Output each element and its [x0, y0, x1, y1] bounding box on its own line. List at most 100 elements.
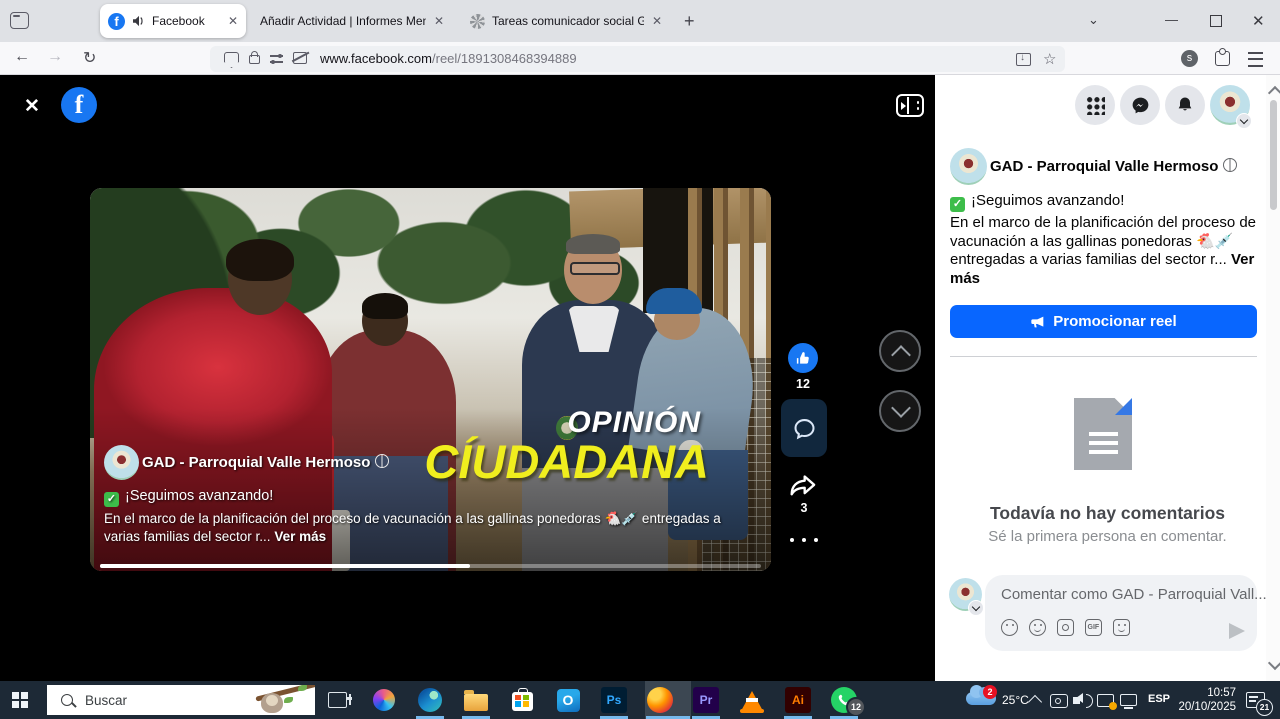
- restore-button[interactable]: [1210, 15, 1222, 27]
- previous-reel-button[interactable]: [879, 330, 921, 372]
- video-progress-bar[interactable]: [100, 564, 761, 568]
- tab-informes[interactable]: Añadir Actividad | Informes Mensua ✕: [252, 4, 452, 38]
- vlc-icon[interactable]: [739, 687, 765, 713]
- premiere-icon[interactable]: Pr: [693, 687, 719, 713]
- edge-icon[interactable]: [417, 687, 443, 713]
- like-button[interactable]: [788, 343, 818, 373]
- share-arrow-icon: [789, 473, 818, 499]
- reload-button[interactable]: ↻: [83, 48, 96, 68]
- check-icon: ✓: [950, 197, 965, 212]
- facebook-logo[interactable]: f: [61, 87, 97, 123]
- tab-close-icon[interactable]: ✕: [644, 14, 662, 28]
- bookmark-star-icon[interactable]: ☆: [1043, 50, 1056, 68]
- save-page-icon[interactable]: [1016, 53, 1031, 66]
- apps-menu-button[interactable]: [1075, 85, 1115, 125]
- composer-avatar-chevron-icon[interactable]: [968, 600, 984, 616]
- tray-camera-icon[interactable]: [1050, 694, 1068, 708]
- url-path: /reel/1891308468394889: [432, 51, 577, 66]
- comment-input[interactable]: Comentar como GAD - Parroquial Vall...: [1001, 586, 1267, 603]
- tray-date: 20/10/2025: [1178, 700, 1236, 714]
- tray-speaker-icon[interactable]: [1073, 697, 1080, 704]
- person-red-head: [228, 243, 292, 315]
- no-comments-subtitle: Sé la primera persona en comentar.: [935, 528, 1280, 545]
- tab-close-icon[interactable]: ✕: [220, 14, 238, 28]
- tab-title: Añadir Actividad | Informes Mensua: [260, 14, 426, 28]
- copilot-icon[interactable]: [371, 687, 397, 713]
- weather-temp[interactable]: 25°C: [1002, 693, 1029, 707]
- start-button[interactable]: [12, 692, 28, 708]
- back-button[interactable]: ←: [14, 48, 30, 66]
- avatar-sticker-icon[interactable]: [1001, 619, 1018, 636]
- forward-button[interactable]: →: [47, 48, 63, 66]
- close-reel-icon[interactable]: ✕: [24, 95, 40, 118]
- scrollbar-thumb[interactable]: [1270, 100, 1277, 210]
- microsoft-store-icon[interactable]: [509, 687, 535, 713]
- promote-reel-button[interactable]: Promocionar reel: [950, 305, 1257, 338]
- firefox-icon[interactable]: [647, 687, 673, 713]
- page-name-text: GAD - Parroquial Valle Hermoso: [990, 158, 1218, 175]
- doc-line: [1089, 441, 1118, 445]
- url-domain: www.facebook.com: [320, 51, 432, 66]
- reel-video[interactable]: OPINIÓN CÍUDADANA GAD - Parroquial Valle…: [90, 188, 771, 571]
- status-text: ¡Seguimos avanzando!: [125, 488, 273, 504]
- collapse-panel-icon[interactable]: [896, 94, 924, 117]
- list-tabs-icon[interactable]: ⌄: [1088, 12, 1099, 28]
- outlook-icon[interactable]: O: [555, 687, 581, 713]
- tab-title: Facebook: [152, 14, 205, 28]
- camera-icon[interactable]: [1057, 619, 1074, 636]
- close-window-button[interactable]: ✕: [1252, 12, 1265, 30]
- comment-button[interactable]: [781, 399, 827, 457]
- whatsapp-badge: 12: [846, 697, 866, 717]
- overlay-title-line2: CÍUDADANA: [424, 434, 709, 489]
- language-indicator[interactable]: ESP: [1148, 693, 1170, 705]
- sloth-search-art[interactable]: [249, 685, 315, 715]
- sticker-icon[interactable]: [1113, 619, 1130, 636]
- sidebar-page-name[interactable]: GAD - Parroquial Valle Hermoso: [990, 158, 1237, 175]
- url-text: www.facebook.com/reel/1891308468394889: [320, 51, 577, 66]
- profile-chevron-icon[interactable]: [1236, 113, 1252, 129]
- globe-icon: [1223, 158, 1237, 172]
- send-comment-icon[interactable]: [1229, 623, 1245, 639]
- emoji-icon[interactable]: [1029, 619, 1046, 636]
- sidebar-page-avatar[interactable]: [950, 148, 987, 185]
- tray-network-icon[interactable]: [1120, 694, 1137, 706]
- like-count: 12: [788, 377, 818, 391]
- megaphone-icon: [1030, 315, 1046, 329]
- page-name[interactable]: GAD - Parroquial Valle Hermoso: [142, 454, 389, 471]
- illustrator-icon[interactable]: Ai: [785, 687, 811, 713]
- menu-hamburger-icon[interactable]: [1248, 52, 1263, 67]
- firefox-view-icon[interactable]: [10, 12, 29, 29]
- video-description[interactable]: En el marco de la planificación del proc…: [104, 510, 752, 546]
- tab-title: Tareas comunicador social GAD: [492, 14, 644, 28]
- minimize-button[interactable]: —: [1165, 12, 1178, 27]
- more-options-icon[interactable]: [790, 538, 818, 542]
- see-more-link[interactable]: Ver más: [274, 529, 326, 544]
- tray-account-alert-icon[interactable]: [1097, 694, 1114, 707]
- taskbar-search-box[interactable]: Buscar: [47, 685, 315, 715]
- messenger-button[interactable]: [1120, 85, 1160, 125]
- extensions-puzzle-icon[interactable]: [1215, 51, 1230, 66]
- tab-tareas[interactable]: Tareas comunicador social GAD ✕: [462, 4, 670, 38]
- tab-close-icon[interactable]: ✕: [426, 14, 444, 28]
- gif-icon[interactable]: GIF: [1085, 619, 1102, 636]
- lock-icon[interactable]: [249, 55, 260, 64]
- tray-clock[interactable]: 10:57 20/10/2025: [1178, 686, 1236, 714]
- page-avatar[interactable]: [104, 445, 139, 480]
- next-reel-button[interactable]: [879, 390, 921, 432]
- file-explorer-icon[interactable]: [463, 687, 489, 713]
- promote-label: Promocionar reel: [1053, 313, 1176, 330]
- s-extension-icon[interactable]: s: [1181, 50, 1198, 67]
- task-view-icon[interactable]: [324, 687, 350, 713]
- photoshop-icon[interactable]: Ps: [601, 687, 627, 713]
- autoplay-blocked-icon[interactable]: [293, 52, 307, 64]
- browser-tab-bar: f Facebook ✕ Añadir Actividad | Informes…: [0, 0, 1280, 42]
- share-button[interactable]: [789, 473, 818, 499]
- permissions-icon[interactable]: [270, 53, 283, 63]
- new-tab-button[interactable]: +: [684, 11, 695, 32]
- person-vest-head: [564, 236, 622, 304]
- notifications-button[interactable]: [1165, 85, 1205, 125]
- divider: [950, 356, 1257, 357]
- tab-facebook[interactable]: f Facebook ✕: [100, 4, 246, 38]
- facebook-favicon: f: [108, 13, 125, 30]
- tab-audio-icon[interactable]: [132, 15, 146, 27]
